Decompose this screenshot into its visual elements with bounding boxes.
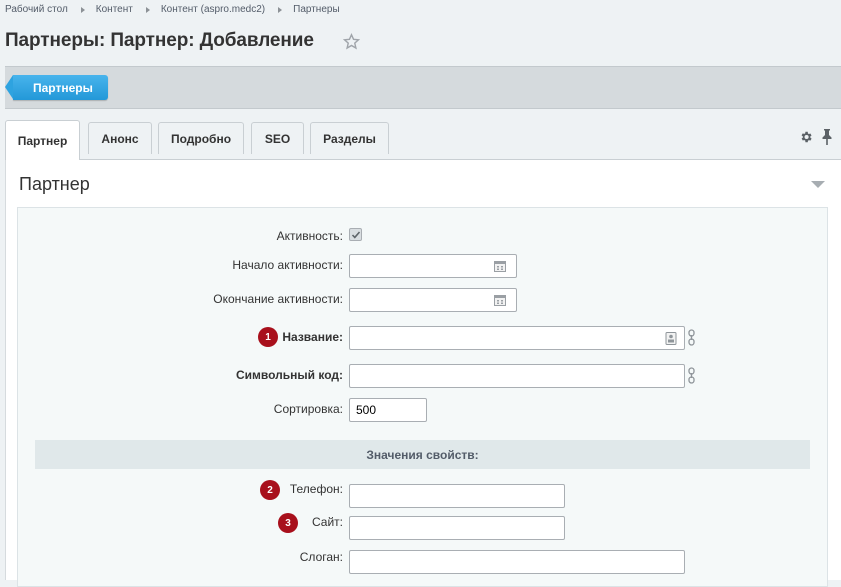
phone-input[interactable] (349, 484, 565, 508)
toolbar: Партнеры (5, 66, 841, 109)
breadcrumb-separator-icon (80, 6, 85, 13)
tab-seo[interactable]: SEO (251, 122, 304, 154)
calendar-icon[interactable] (494, 294, 506, 306)
end-date-input[interactable] (349, 288, 517, 312)
row-code: Символьный код: (18, 364, 829, 388)
slogan-input[interactable] (349, 550, 685, 574)
link-icon[interactable] (688, 367, 695, 384)
breadcrumb-item-desktop[interactable]: Рабочий стол (5, 4, 68, 15)
name-label: Название: (282, 330, 343, 344)
sort-label: Сортировка: (273, 402, 343, 416)
breadcrumb: Рабочий стол Контент Контент (aspro.medc… (5, 4, 340, 15)
main-panel: Партнер Активность: Начало активности: О… (5, 159, 841, 587)
start-date-label: Начало активности: (232, 258, 343, 272)
breadcrumb-item-partners[interactable]: Партнеры (293, 4, 340, 15)
sort-input[interactable] (349, 398, 427, 422)
checkmark-icon (351, 231, 361, 239)
end-date-label: Окончание активности: (213, 292, 343, 306)
language-icon[interactable] (665, 332, 677, 345)
start-date-input[interactable] (349, 254, 517, 278)
collapse-arrow-icon[interactable] (811, 181, 825, 188)
code-label: Символьный код: (235, 368, 343, 382)
tab-announce[interactable]: Анонс (88, 122, 152, 154)
tabs-bar: Партнер Анонс Подробно SEO Разделы (5, 110, 841, 160)
row-name: 1 Название: (18, 326, 829, 350)
breadcrumb-item-content[interactable]: Контент (96, 4, 133, 15)
row-slogan: Слоган: (18, 549, 829, 574)
properties-header: Значения свойств: (35, 440, 810, 469)
active-checkbox[interactable] (349, 228, 362, 241)
step-badge-3: 3 (278, 513, 298, 533)
tab-partner[interactable]: Партнер (5, 120, 80, 160)
form-area: Активность: Начало активности: Окончание… (17, 207, 828, 587)
breadcrumb-separator-icon (145, 6, 150, 13)
breadcrumb-separator-icon (278, 6, 283, 13)
breadcrumb-item-content-medc2[interactable]: Контент (aspro.medc2) (161, 4, 265, 15)
site-input[interactable] (349, 516, 565, 540)
slogan-label: Слоган: (299, 550, 343, 564)
row-active: Активность: (18, 225, 829, 249)
code-input[interactable] (349, 364, 685, 388)
pin-icon[interactable] (821, 129, 833, 145)
back-to-partners-button[interactable]: Партнеры (5, 75, 108, 100)
page-title: Партнеры: Партнер: Добавление (5, 30, 314, 51)
phone-label: Телефон: (289, 482, 343, 496)
calendar-icon[interactable] (494, 260, 506, 272)
active-label: Активность: (276, 229, 343, 243)
gear-icon[interactable] (799, 130, 813, 144)
row-site: 3 Сайт: (18, 513, 829, 540)
link-icon[interactable] (688, 329, 695, 346)
row-sort: Сортировка: (18, 398, 829, 422)
tab-sections[interactable]: Разделы (310, 122, 389, 154)
step-badge-1: 1 (258, 327, 278, 347)
site-label: Сайт: (311, 515, 343, 529)
name-input[interactable] (349, 326, 685, 350)
tab-details[interactable]: Подробно (158, 122, 244, 154)
star-icon[interactable] (343, 33, 360, 50)
row-phone: 2 Телефон: (18, 480, 829, 508)
section-title: Партнер (19, 174, 90, 194)
row-end-date: Окончание активности: (18, 288, 829, 312)
row-start-date: Начало активности: (18, 254, 829, 278)
step-badge-2: 2 (260, 480, 280, 500)
